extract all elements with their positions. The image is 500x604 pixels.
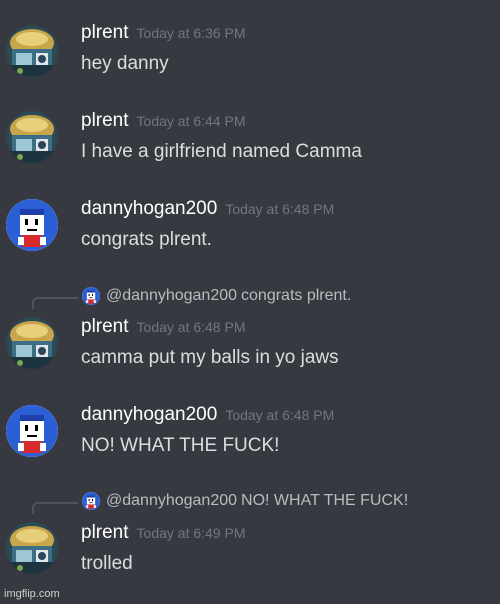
danny-avatar[interactable] [6, 405, 58, 457]
timestamp: Today at 6:48 PM [136, 319, 246, 335]
message-content: trolled [81, 553, 133, 574]
reply-mention[interactable]: @dannyhogan200 [106, 287, 237, 305]
danny-avatar-small [82, 492, 100, 510]
reply-mention[interactable]: @dannyhogan200 [106, 492, 237, 510]
message-header: plrent Today at 6:49 PM [81, 522, 245, 544]
username[interactable]: dannyhogan200 [81, 198, 217, 219]
watermark: imgflip.com [4, 588, 60, 600]
message-header: dannyhogan200 Today at 6:48 PM [81, 404, 334, 426]
message-content: I have a girlfriend named Camma [81, 141, 362, 162]
message-header: dannyhogan200 Today at 6:48 PM [81, 198, 334, 220]
message-header: plrent Today at 6:48 PM [81, 316, 245, 338]
danny-avatar[interactable] [6, 199, 58, 251]
timestamp: Today at 6:48 PM [225, 201, 335, 217]
plrent-avatar[interactable] [6, 111, 58, 163]
username[interactable]: plrent [81, 522, 129, 543]
username[interactable]: dannyhogan200 [81, 404, 217, 425]
username[interactable]: plrent [81, 22, 129, 43]
reply-text: NO! WHAT THE FUCK! [241, 492, 409, 509]
message-content: camma put my balls in yo jaws [81, 347, 339, 368]
plrent-avatar[interactable] [6, 317, 58, 369]
reply-reference[interactable]: @dannyhogan200 NO! WHAT THE FUCK! [82, 492, 408, 510]
timestamp: Today at 6:49 PM [136, 525, 246, 541]
timestamp: Today at 6:48 PM [225, 407, 335, 423]
message-content: hey danny [81, 53, 169, 74]
username[interactable]: plrent [81, 316, 129, 337]
message-content: NO! WHAT THE FUCK! [81, 435, 280, 456]
plrent-avatar[interactable] [6, 522, 58, 574]
username[interactable]: plrent [81, 110, 129, 131]
reply-connector [32, 297, 78, 309]
reply-text: congrats plrent. [241, 287, 352, 304]
plrent-avatar[interactable] [6, 25, 58, 77]
danny-avatar-small [82, 287, 100, 305]
reply-reference[interactable]: @dannyhogan200 congrats plrent. [82, 287, 351, 305]
message-content: congrats plrent. [81, 229, 212, 250]
message-header: plrent Today at 6:36 PM [81, 22, 245, 44]
reply-connector [32, 502, 78, 514]
timestamp: Today at 6:44 PM [136, 113, 246, 129]
message-header: plrent Today at 6:44 PM [81, 110, 245, 132]
timestamp: Today at 6:36 PM [136, 25, 246, 41]
